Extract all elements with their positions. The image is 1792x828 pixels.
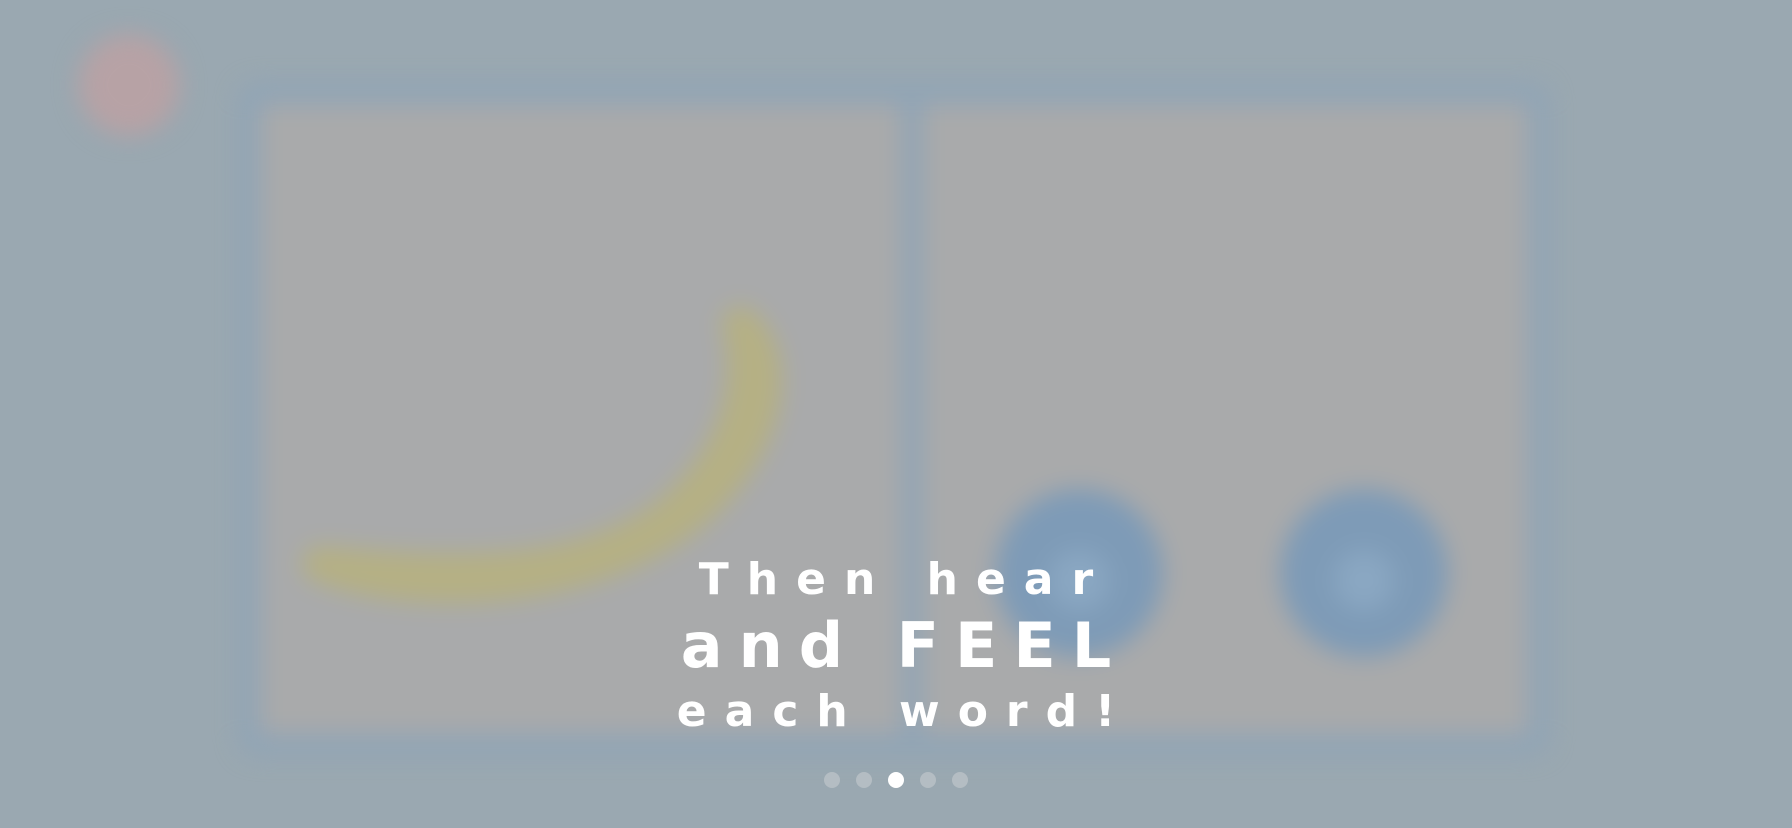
page-dot-active[interactable] xyxy=(888,772,904,788)
caption-line-2: and FEEL xyxy=(680,609,1128,682)
page-dot[interactable] xyxy=(952,772,968,788)
caption-line-3: each word! xyxy=(676,686,1134,737)
caption-line-1: Then hear xyxy=(698,554,1112,605)
page-dot[interactable] xyxy=(824,772,840,788)
close-button[interactable] xyxy=(78,34,180,136)
onboarding-screen: ● ● Then hear and FEEL each word! xyxy=(0,0,1792,828)
page-dot[interactable] xyxy=(920,772,936,788)
page-dot[interactable] xyxy=(856,772,872,788)
page-indicator xyxy=(0,772,1792,788)
onboarding-caption: Then hear and FEEL each word! xyxy=(0,548,1792,744)
